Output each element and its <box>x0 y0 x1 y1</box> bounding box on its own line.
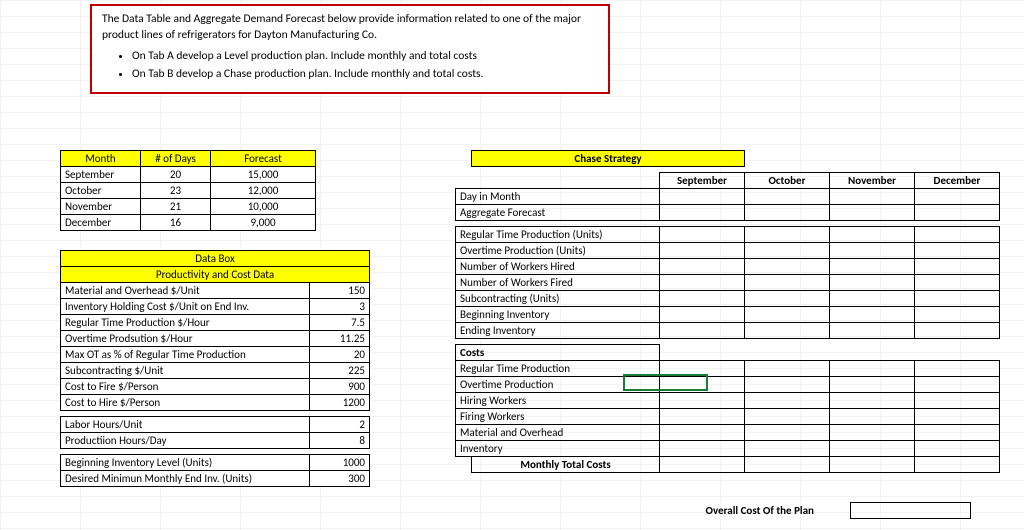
table-row[interactable]: Monthly Total Costs <box>456 457 1000 473</box>
table-row[interactable]: Hiring Workers <box>456 393 1000 409</box>
table-row[interactable]: Max OT as % of Regular Time Production20 <box>61 347 370 363</box>
table-row[interactable]: Overtime Production (Units) <box>456 243 1000 259</box>
table-row[interactable]: November 21 10,000 <box>61 199 316 215</box>
table-row[interactable]: Overtime Prodsution $/Hour11.25 <box>61 331 370 347</box>
table-row[interactable]: October 23 12,000 <box>61 183 316 199</box>
table-row[interactable]: Cost to Fire $/Person900 <box>61 379 370 395</box>
instruction-text: The Data Table and Aggregate Demand Fore… <box>102 12 598 43</box>
table-row[interactable]: Inventory <box>456 441 1000 457</box>
month-header[interactable]: November <box>830 173 915 189</box>
table-row[interactable]: Regular Time Production $/Hour7.5 <box>61 315 370 331</box>
table-row[interactable]: Beginning Inventory Level (Units)1000 <box>61 455 370 471</box>
data-box-title[interactable]: Data Box <box>61 251 370 267</box>
table-row[interactable]: Regular Time Production (Units) <box>456 227 1000 243</box>
month-header[interactable]: December <box>915 173 1000 189</box>
table-row[interactable]: Aggregate Forecast <box>456 205 1000 221</box>
table-row[interactable]: Subcontracting (Units) <box>456 291 1000 307</box>
table-row[interactable]: Firing Workers <box>456 409 1000 425</box>
table-row[interactable]: September 20 15,000 <box>61 167 316 183</box>
data-box-subtitle[interactable]: Productivity and Cost Data <box>61 267 370 283</box>
forecast-header-days[interactable]: # of Days <box>141 151 211 167</box>
data-box[interactable]: Data Box Productivity and Cost Data Mate… <box>60 250 370 487</box>
forecast-header-forecast[interactable]: Forecast <box>211 151 316 167</box>
instruction-box: The Data Table and Aggregate Demand Fore… <box>90 4 610 94</box>
table-row[interactable]: Desired Minimun Monthly End Inv. (Units)… <box>61 471 370 487</box>
table-row[interactable]: Labor Hours/Unit2 <box>61 417 370 433</box>
table-row[interactable]: Beginning Inventory <box>456 307 1000 323</box>
overall-cost-label: Overall Cost Of the Plan <box>670 503 850 519</box>
instruction-bullet-1: On Tab A develop a Level production plan… <box>132 49 598 65</box>
instruction-bullet-2: On Tab B develop a Chase production plan… <box>132 67 598 83</box>
table-row[interactable]: Ending Inventory <box>456 323 1000 339</box>
table-row[interactable]: Material and Overhead <box>456 425 1000 441</box>
table-row[interactable]: Number of Workers Hired <box>456 259 1000 275</box>
table-row[interactable]: Costs <box>456 345 1000 361</box>
forecast-table[interactable]: Month # of Days Forecast September 20 15… <box>60 150 316 231</box>
table-row[interactable]: Day in Month <box>456 189 1000 205</box>
table-row[interactable]: Productiion Hours/Day8 <box>61 433 370 449</box>
month-header[interactable]: September <box>660 173 745 189</box>
table-row[interactable]: Inventory Holding Cost $/Unit on End Inv… <box>61 299 370 315</box>
chase-title[interactable]: Chase Strategy <box>472 151 745 167</box>
table-row[interactable]: Number of Workers Fired <box>456 275 1000 291</box>
overall-cost-cell[interactable] <box>850 503 970 519</box>
overall-cost-row[interactable]: Overall Cost Of the Plan <box>670 502 1000 519</box>
table-row[interactable]: Subcontracting $/Unit225 <box>61 363 370 379</box>
chase-strategy-table[interactable]: Chase Strategy September October Novembe… <box>455 150 1000 473</box>
table-row[interactable]: December 16 9,000 <box>61 215 316 231</box>
table-row[interactable]: Regular Time Production <box>456 361 1000 377</box>
month-header[interactable]: October <box>745 173 830 189</box>
table-row[interactable]: Overtime Production <box>456 377 1000 393</box>
forecast-header-month[interactable]: Month <box>61 151 141 167</box>
table-row[interactable]: Cost to Hire $/Person1200 <box>61 395 370 411</box>
table-row[interactable]: Material and Overhead $/Unit150 <box>61 283 370 299</box>
